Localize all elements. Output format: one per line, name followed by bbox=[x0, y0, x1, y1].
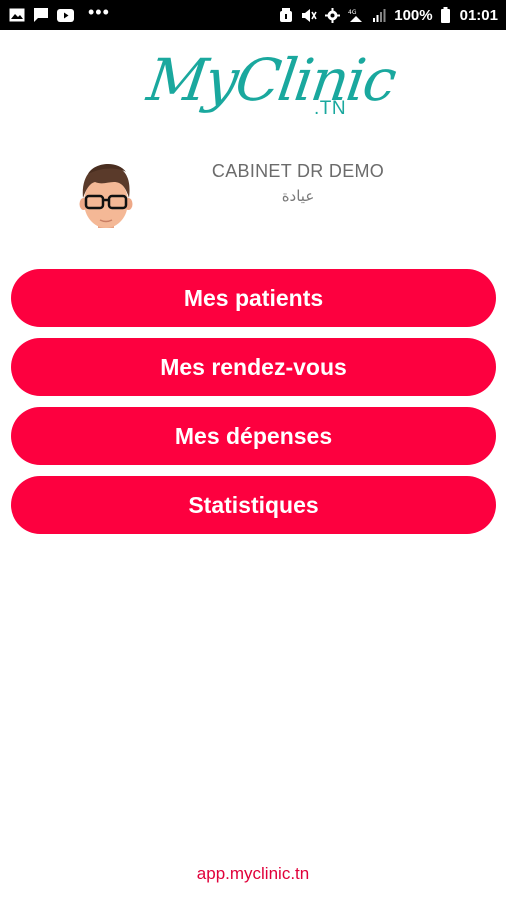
signal-icon bbox=[372, 8, 386, 22]
my-patients-button[interactable]: Mes patients bbox=[11, 269, 496, 327]
main-menu: Mes patients Mes rendez-vous Mes dépense… bbox=[11, 269, 496, 545]
more-dots-icon: ••• bbox=[88, 1, 110, 22]
my-expenses-button[interactable]: Mes dépenses bbox=[11, 407, 496, 465]
youtube-icon bbox=[57, 8, 74, 22]
logo-script-text: MyClinic bbox=[143, 46, 399, 114]
app-logo: MyClinic .TN bbox=[0, 38, 506, 138]
settings-gear-icon bbox=[325, 7, 341, 23]
logo-wrap: MyClinic .TN bbox=[143, 38, 399, 138]
cabinet-subtitle: عيادة bbox=[281, 187, 315, 205]
svg-text:4G: 4G bbox=[348, 9, 357, 16]
cabinet-name: CABINET DR DEMO bbox=[211, 161, 385, 181]
battery-percent: 100% bbox=[394, 6, 433, 24]
wifi-4g-icon: 4G bbox=[348, 8, 364, 23]
my-appointments-button[interactable]: Mes rendez-vous bbox=[11, 338, 496, 396]
alarm-icon bbox=[279, 7, 293, 23]
image-icon bbox=[9, 8, 25, 22]
clock-time: 01:01 bbox=[459, 6, 498, 24]
doctor-avatar-icon bbox=[78, 160, 134, 238]
battery-icon bbox=[440, 7, 450, 23]
status-bar-right: 4G 100% 01:01 bbox=[279, 7, 498, 24]
message-icon bbox=[33, 7, 49, 23]
statistics-button[interactable]: Statistiques bbox=[11, 476, 496, 534]
mute-icon bbox=[301, 8, 317, 23]
status-bar-left: ••• bbox=[9, 2, 110, 23]
logo-tn-suffix: .TN bbox=[314, 98, 347, 119]
status-bar: ••• 4G 100% 01:01 bbox=[0, 0, 506, 30]
website-link[interactable]: app.myclinic.tn bbox=[0, 864, 506, 884]
